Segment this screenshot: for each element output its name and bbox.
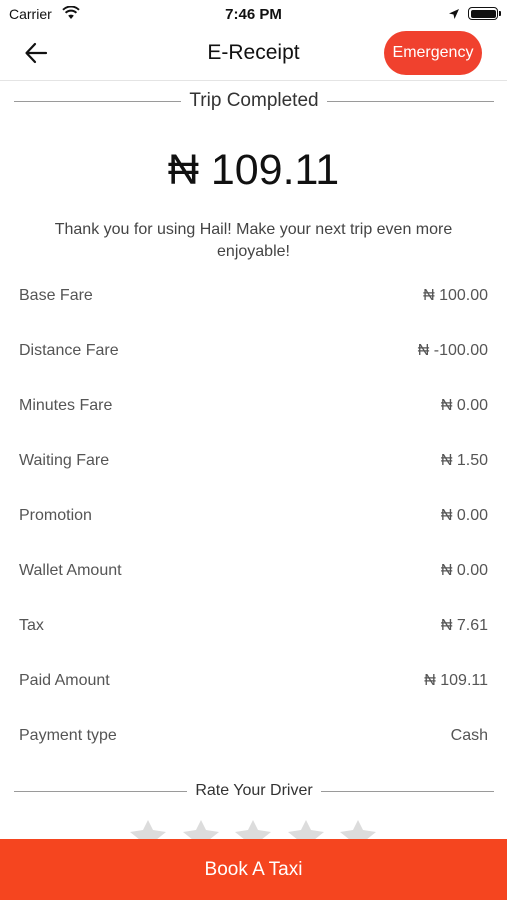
status-bar: Carrier 7:46 PM — [0, 0, 507, 28]
fare-value: ₦ 7.61 — [440, 616, 488, 634]
fare-row-promotion: Promotion ₦ 0.00 — [19, 488, 488, 543]
fare-row-tax: Tax ₦ 7.61 — [19, 598, 488, 653]
fare-value: ₦ -100.00 — [417, 341, 488, 359]
fare-label: Distance Fare — [19, 341, 119, 359]
fare-row-distance: Distance Fare ₦ -100.00 — [19, 323, 488, 378]
fare-label: Base Fare — [19, 286, 93, 304]
trip-status-label: Trip Completed — [189, 90, 319, 111]
fare-value: ₦ 0.00 — [440, 396, 488, 414]
fare-row-base: Base Fare ₦ 100.00 — [19, 268, 488, 323]
emergency-button[interactable]: Emergency — [384, 31, 482, 75]
total-amount: ₦ 109.11 — [167, 146, 340, 194]
battery-icon — [468, 7, 498, 20]
divider — [320, 790, 495, 792]
rate-driver-header: Rate Your Driver — [14, 780, 495, 802]
divider — [326, 100, 494, 102]
fare-label: Paid Amount — [19, 671, 110, 689]
fare-label: Waiting Fare — [19, 451, 110, 469]
battery-tip — [499, 11, 501, 16]
fare-value: ₦ 0.00 — [440, 506, 488, 524]
navigation-bar: E-Receipt Emergency — [0, 28, 507, 81]
fare-row-minutes: Minutes Fare ₦ 0.00 — [19, 378, 488, 433]
trip-completed-header: Trip Completed — [14, 89, 494, 113]
fare-value: ₦ 1.50 — [440, 451, 488, 469]
book-taxi-button[interactable]: Book A Taxi — [0, 839, 507, 900]
rate-driver-label: Rate Your Driver — [195, 782, 313, 799]
fare-value: ₦ 109.11 — [424, 671, 488, 689]
fare-value: ₦ 100.00 — [423, 286, 488, 304]
fare-row-paid: Paid Amount ₦ 109.11 — [19, 653, 488, 708]
fare-value: Cash — [450, 726, 488, 744]
location-arrow-icon — [448, 7, 460, 25]
fare-row-waiting: Waiting Fare ₦ 1.50 — [19, 433, 488, 488]
status-time: 7:46 PM — [225, 6, 282, 23]
fare-label: Minutes Fare — [19, 396, 113, 414]
divider — [14, 100, 182, 102]
fare-row-wallet: Wallet Amount ₦ 0.00 — [19, 543, 488, 598]
fare-value: ₦ 0.00 — [440, 561, 488, 579]
fare-label: Tax — [19, 616, 44, 634]
fare-row-payment-type: Payment type Cash — [19, 708, 488, 763]
fare-label: Payment type — [19, 726, 117, 744]
arrow-left-icon[interactable] — [22, 38, 52, 68]
fare-label: Promotion — [19, 506, 92, 524]
thanks-message: Thank you for using Hail! Make your next… — [54, 221, 453, 260]
divider — [14, 790, 188, 792]
fare-label: Wallet Amount — [19, 561, 122, 579]
